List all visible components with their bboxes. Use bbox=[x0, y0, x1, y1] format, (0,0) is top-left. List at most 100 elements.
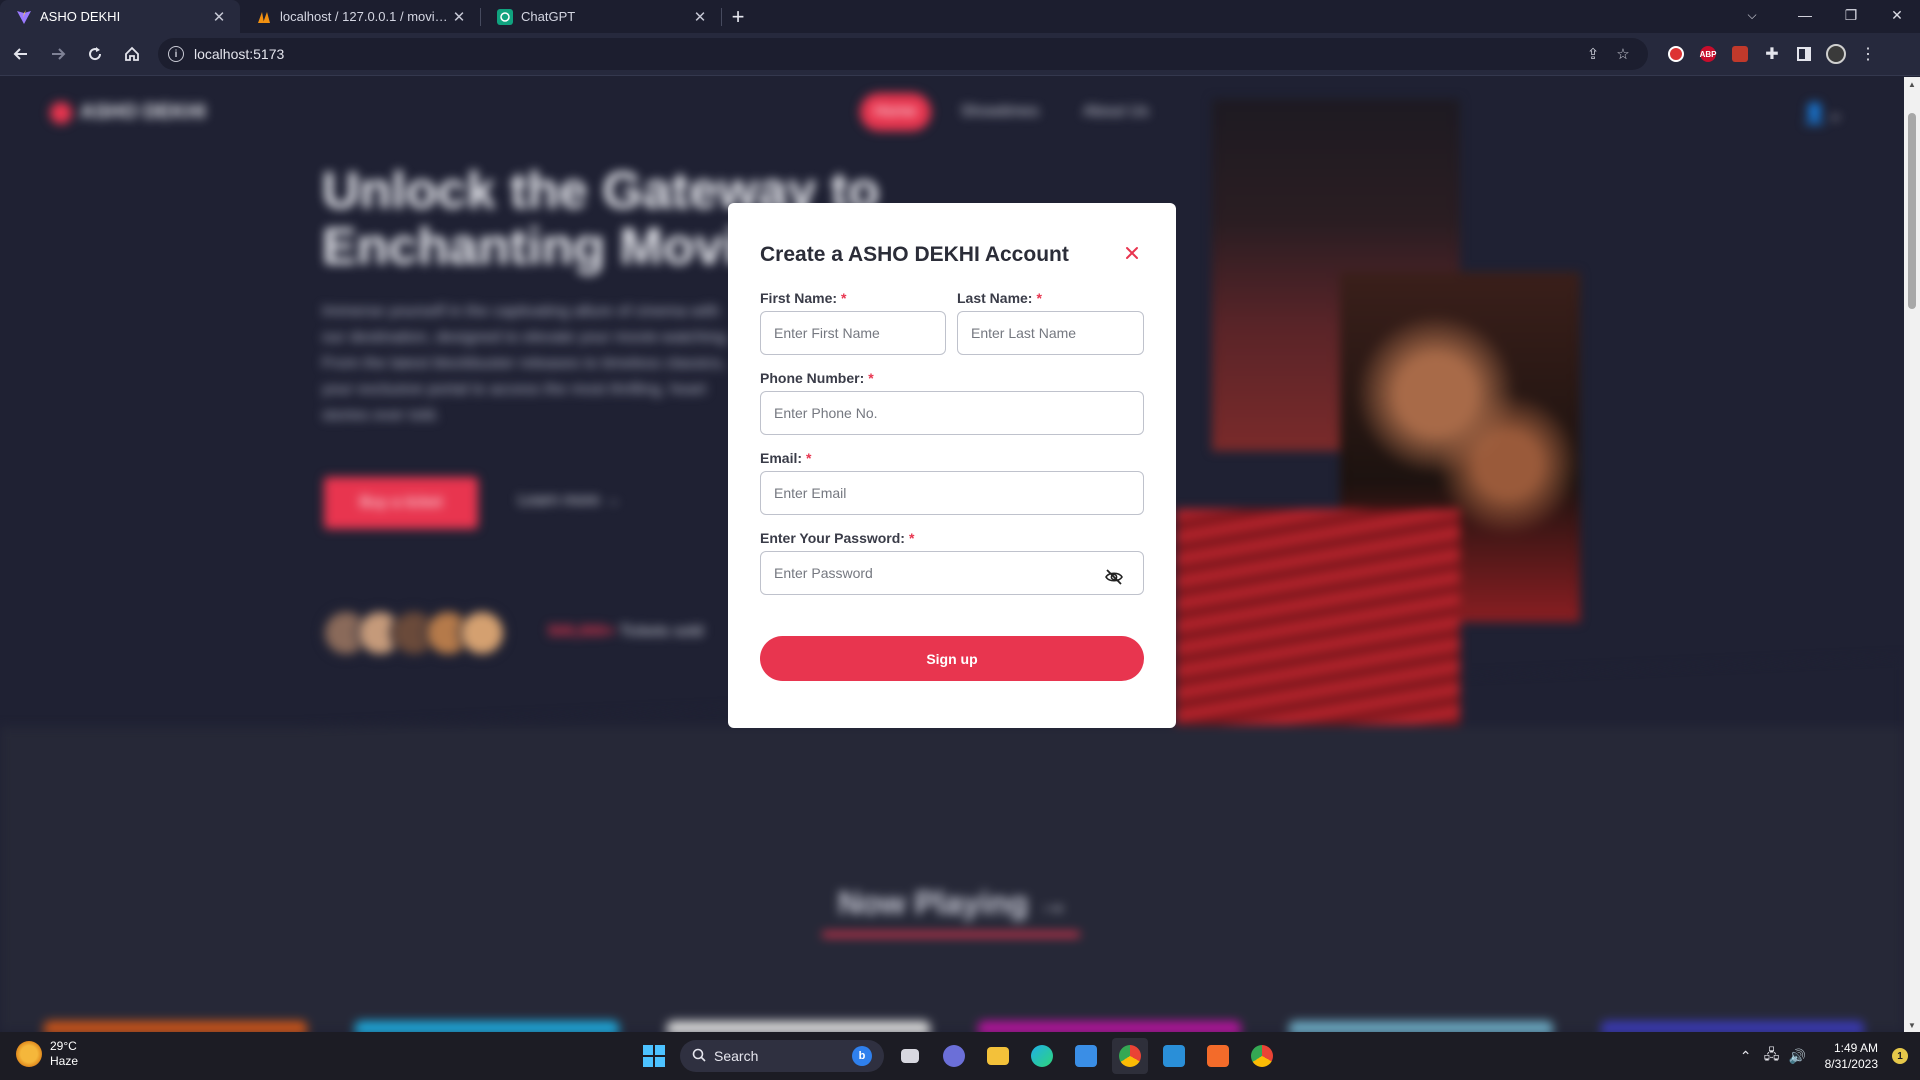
eye-slash-icon[interactable] bbox=[1104, 567, 1124, 587]
site-info-icon[interactable]: i bbox=[168, 46, 184, 62]
site-logo[interactable]: ASHO DEKHI bbox=[50, 101, 206, 124]
chrome-profile-taskbar-icon[interactable] bbox=[1244, 1038, 1280, 1074]
phone-label: Phone Number: * bbox=[760, 370, 874, 386]
browser-tab-asho-dekhi[interactable]: ASHO DEKHI ✕ bbox=[0, 0, 240, 33]
required-marker: * bbox=[806, 450, 812, 466]
tickets-sold-text: 500,000+ Tickets sold bbox=[548, 623, 703, 641]
chatgpt-favicon-icon bbox=[497, 8, 513, 25]
browser-tab-phpmyadmin[interactable]: localhost / 127.0.0.1 / movie_tick ✕ bbox=[240, 0, 480, 33]
nav-showtimes[interactable]: Showtimes bbox=[947, 93, 1053, 131]
customer-avatars bbox=[322, 609, 506, 657]
taskbar-apps: Search b bbox=[636, 1038, 1280, 1074]
taskbar-search-box[interactable]: Search b bbox=[680, 1040, 884, 1072]
vscode-icon[interactable] bbox=[1156, 1038, 1192, 1074]
nav-about-us[interactable]: About Us bbox=[1069, 93, 1163, 131]
side-panel-icon[interactable] bbox=[1788, 38, 1820, 70]
browser-tab-strip: ASHO DEKHI ✕ localhost / 127.0.0.1 / mov… bbox=[0, 0, 1920, 33]
phpmyadmin-favicon-icon bbox=[256, 9, 272, 25]
tickets-count: 500,000+ bbox=[548, 623, 616, 640]
tab-title: ASHO DEKHI bbox=[40, 9, 121, 24]
buy-ticket-button[interactable]: Buy a ticket bbox=[324, 477, 478, 529]
close-icon[interactable] bbox=[1120, 241, 1144, 265]
movie-posters-row bbox=[44, 1021, 1864, 1032]
logo-text: ASHO DEKHI bbox=[80, 101, 206, 123]
address-bar[interactable]: i localhost:5173 ⇪ ☆ bbox=[158, 38, 1648, 70]
record-extension-icon[interactable] bbox=[1660, 38, 1692, 70]
site-menu: Home Showtimes About Us bbox=[860, 93, 1163, 131]
windows-start-icon[interactable] bbox=[636, 1038, 672, 1074]
now-playing-underline bbox=[822, 932, 1080, 937]
profile-avatar-icon[interactable] bbox=[1820, 38, 1852, 70]
required-marker: * bbox=[908, 530, 915, 546]
chrome-taskbar-icon[interactable] bbox=[1112, 1038, 1148, 1074]
file-explorer-icon[interactable] bbox=[980, 1038, 1016, 1074]
teams-chat-icon[interactable] bbox=[936, 1038, 972, 1074]
scrollbar-thumb[interactable] bbox=[1908, 113, 1916, 309]
first-name-input[interactable] bbox=[760, 311, 946, 355]
weather-widget[interactable]: 29°C Haze bbox=[16, 1039, 78, 1069]
share-icon[interactable]: ⇪ bbox=[1578, 45, 1608, 63]
cinema-seats-image bbox=[1176, 509, 1460, 725]
email-input[interactable] bbox=[760, 471, 1144, 515]
reload-icon[interactable] bbox=[79, 38, 111, 70]
bing-icon: b bbox=[852, 1046, 872, 1066]
hero-description: Immerse yourself in the captivating allu… bbox=[322, 303, 731, 424]
now-playing-heading: Now Playing → bbox=[838, 885, 1070, 921]
xampp-icon[interactable] bbox=[1200, 1038, 1236, 1074]
volume-icon[interactable]: 🔊 bbox=[1785, 1048, 1811, 1065]
network-icon[interactable]: 🖧 bbox=[1759, 1044, 1785, 1068]
taskbar-search-label: Search bbox=[714, 1048, 759, 1064]
url-text: localhost:5173 bbox=[194, 46, 285, 62]
edge-browser-icon[interactable] bbox=[1024, 1038, 1060, 1074]
clock-time: 1:49 AM bbox=[1833, 1041, 1878, 1055]
system-clock[interactable]: 1:49 AM 8/31/2023 bbox=[1825, 1040, 1878, 1072]
user-menu-icon[interactable]: 👤⌄ bbox=[1802, 101, 1844, 126]
learn-more-link[interactable]: Learn more → bbox=[518, 492, 620, 510]
page-scrollbar[interactable]: ▲ ▼ bbox=[1904, 77, 1920, 1032]
weather-haze-icon bbox=[16, 1041, 42, 1067]
chrome-menu-icon[interactable]: ⋮ bbox=[1852, 38, 1884, 70]
scroll-down-icon[interactable]: ▼ bbox=[1904, 1018, 1920, 1032]
minimize-icon[interactable]: — bbox=[1782, 0, 1828, 30]
tab-close-icon[interactable]: ✕ bbox=[210, 8, 228, 26]
notification-badge[interactable]: 1 bbox=[1892, 1048, 1908, 1064]
tab-close-icon[interactable]: ✕ bbox=[450, 8, 468, 26]
microsoft-store-icon[interactable] bbox=[1068, 1038, 1104, 1074]
windows-taskbar: 29°C Haze Search b ⌃ 🖧 🔊 1:49 AM 8/31/20… bbox=[0, 1032, 1920, 1080]
site-navbar: ASHO DEKHI Home Showtimes About Us 👤⌄ bbox=[0, 77, 1904, 149]
search-icon bbox=[692, 1048, 706, 1065]
phone-label-text: Phone Number: bbox=[760, 370, 865, 386]
task-view-icon[interactable] bbox=[892, 1038, 928, 1074]
restore-icon[interactable]: ❐ bbox=[1828, 0, 1874, 30]
tab-close-icon[interactable]: ✕ bbox=[691, 8, 709, 26]
scroll-up-icon[interactable]: ▲ bbox=[1904, 77, 1920, 91]
last-name-label: Last Name: * bbox=[957, 290, 1042, 306]
phone-input[interactable] bbox=[760, 391, 1144, 435]
system-tray: ⌃ 🖧 🔊 1:49 AM 8/31/2023 1 bbox=[1733, 1032, 1908, 1080]
bookmark-star-icon[interactable]: ☆ bbox=[1608, 45, 1638, 63]
extensions-puzzle-icon[interactable]: ✚ bbox=[1756, 38, 1788, 70]
home-icon[interactable] bbox=[116, 38, 148, 70]
nav-home[interactable]: Home bbox=[860, 93, 931, 131]
last-name-input[interactable] bbox=[957, 311, 1144, 355]
required-marker: * bbox=[868, 370, 874, 386]
show-hidden-icons-icon[interactable]: ⌃ bbox=[1733, 1048, 1759, 1065]
back-icon[interactable] bbox=[5, 38, 37, 70]
browser-tab-chatgpt[interactable]: ChatGPT ✕ bbox=[481, 0, 721, 33]
signup-modal: Create a ASHO DEKHI Account First Name: *… bbox=[728, 203, 1176, 728]
first-name-label: First Name: * bbox=[760, 290, 846, 306]
tab-search-icon[interactable]: ⌵ bbox=[1732, 0, 1772, 30]
forward-icon[interactable] bbox=[42, 38, 74, 70]
password-label: Enter Your Password: * bbox=[760, 530, 914, 546]
adblock-plus-icon[interactable]: ABP bbox=[1692, 38, 1724, 70]
password-input[interactable] bbox=[760, 551, 1144, 595]
new-tab-button[interactable]: + bbox=[722, 0, 754, 33]
red-extension-icon[interactable] bbox=[1724, 38, 1756, 70]
tickets-label: Tickets sold bbox=[619, 623, 704, 640]
weather-temperature: 29°C bbox=[50, 1039, 77, 1053]
window-close-icon[interactable]: ✕ bbox=[1874, 0, 1920, 30]
sign-up-button[interactable]: Sign up bbox=[760, 636, 1144, 681]
first-name-label-text: First Name: bbox=[760, 290, 838, 306]
email-label: Email: * bbox=[760, 450, 811, 466]
last-name-label-text: Last Name: bbox=[957, 290, 1033, 306]
